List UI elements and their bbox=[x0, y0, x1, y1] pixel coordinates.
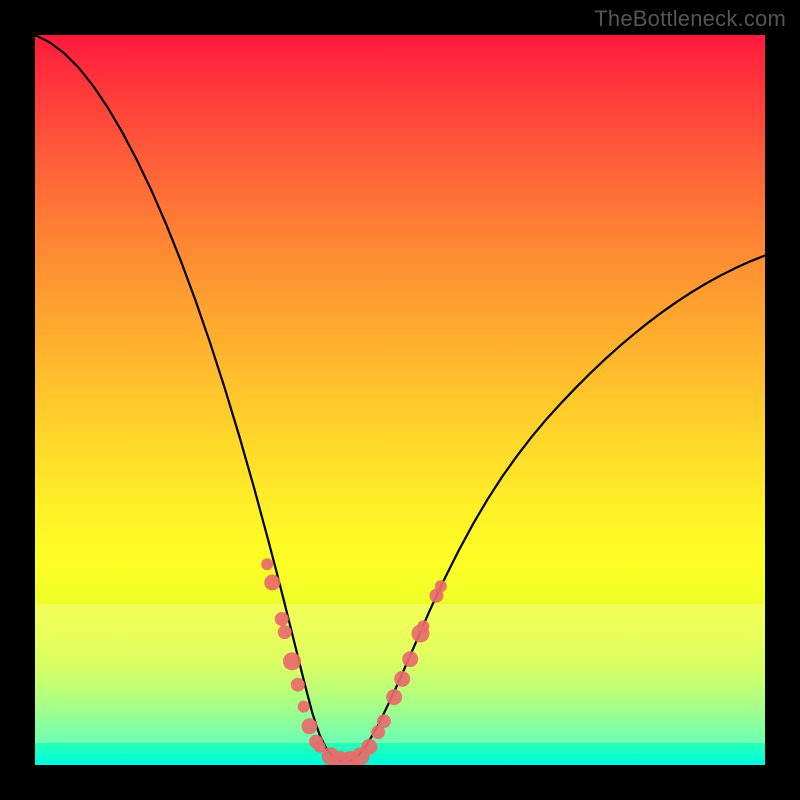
data-marker bbox=[417, 620, 429, 632]
data-marker bbox=[301, 718, 317, 734]
plot-area bbox=[35, 35, 765, 765]
data-marker bbox=[261, 558, 273, 570]
data-marker bbox=[291, 678, 305, 692]
data-marker bbox=[435, 580, 447, 592]
data-marker bbox=[377, 714, 391, 728]
data-marker bbox=[361, 739, 377, 755]
data-marker bbox=[264, 575, 280, 591]
data-marker bbox=[275, 612, 289, 626]
data-marker bbox=[386, 689, 402, 705]
watermark: TheBottleneck.com bbox=[594, 6, 786, 32]
data-marker bbox=[402, 651, 418, 667]
bottleneck-curve bbox=[35, 35, 765, 761]
data-marker bbox=[394, 671, 410, 687]
data-marker bbox=[298, 701, 310, 713]
chart-svg bbox=[35, 35, 765, 765]
data-marker bbox=[278, 625, 292, 639]
data-marker bbox=[283, 652, 301, 670]
